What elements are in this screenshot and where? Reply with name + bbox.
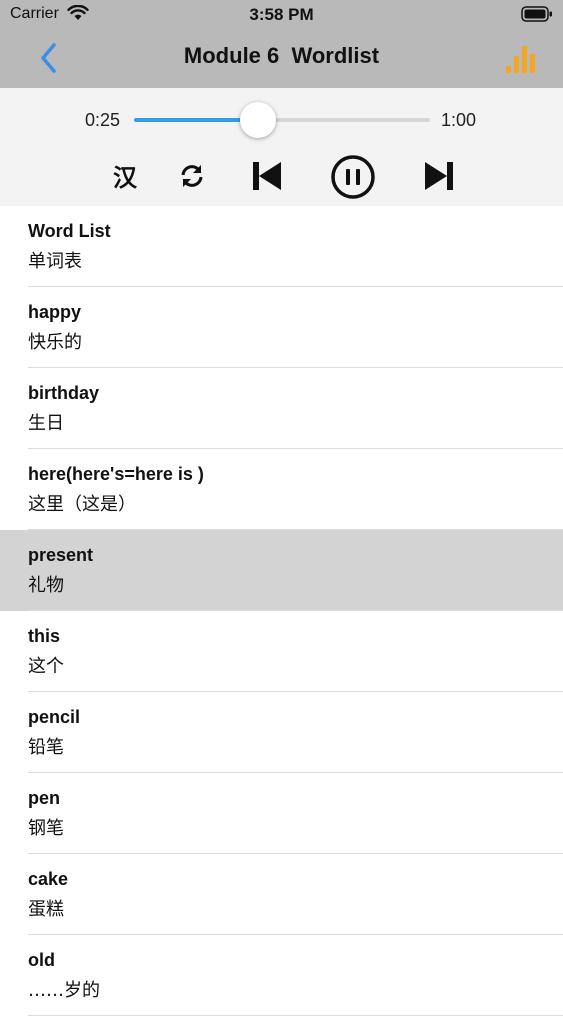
status-time: 3:58 PM <box>249 5 314 24</box>
pause-button[interactable] <box>330 154 376 200</box>
word-english: pen <box>28 788 61 808</box>
word-chinese: 礼物 <box>28 575 64 596</box>
audio-player: 0:25 1:00 汉 <box>0 88 563 206</box>
word-chinese: 这里（这是） <box>28 494 136 515</box>
list-item[interactable]: pen 钢笔 <box>0 773 563 854</box>
word-english: birthday <box>28 383 100 403</box>
page-title: Module 6 Wordlist <box>183 43 380 68</box>
repeat-icon <box>181 165 203 187</box>
list-item[interactable]: present 礼物 <box>0 530 563 611</box>
list-item[interactable]: pencil 铅笔 <box>0 692 563 773</box>
word-english: present <box>28 545 94 565</box>
repeat-button[interactable] <box>176 160 208 192</box>
word-chinese: ……岁的 <box>28 980 100 1001</box>
word-chinese: 蛋糕 <box>28 899 64 920</box>
word-english: Word List <box>28 221 111 241</box>
word-chinese: 单词表 <box>28 251 82 272</box>
word-english: this <box>28 626 61 646</box>
language-toggle-button[interactable]: 汉 <box>108 158 142 192</box>
word-chinese: 钢笔 <box>28 818 64 839</box>
word-english: happy <box>28 302 82 322</box>
stats-button[interactable] <box>503 42 539 76</box>
previous-button[interactable] <box>248 158 286 194</box>
current-time: 0:25 <box>85 110 121 130</box>
battery-icon <box>521 6 553 27</box>
word-chinese: 生日 <box>28 413 64 434</box>
word-chinese: 快乐的 <box>28 332 82 353</box>
skip-forward-icon <box>425 162 453 190</box>
word-english: old <box>28 950 55 970</box>
skip-back-icon <box>253 162 281 190</box>
word-english: here(here's=here is ) <box>28 464 204 484</box>
top-bar: Carrier 3:58 PM Module 6 Wordlist <box>0 0 563 88</box>
total-time: 1:00 <box>441 110 477 130</box>
word-chinese: 铅笔 <box>28 737 64 758</box>
word-chinese: 这个 <box>28 656 64 677</box>
bar-chart-icon <box>506 46 535 73</box>
slider-thumb[interactable] <box>240 102 277 138</box>
list-item[interactable]: happy 快乐的 <box>0 287 563 368</box>
next-button[interactable] <box>420 158 458 194</box>
navigation-bar: Module 6 Wordlist <box>0 30 563 88</box>
word-list: Word List 单词表 happy 快乐的 birthday 生日 here(here'… <box>0 206 563 1016</box>
list-item[interactable]: here(here's=here is ) 这里（这是） <box>0 449 563 530</box>
pause-circle-icon <box>331 155 375 199</box>
list-item[interactable]: old ……岁的 <box>0 935 563 1016</box>
word-english: pencil <box>28 707 81 727</box>
list-item[interactable]: cake 蛋糕 <box>0 854 563 935</box>
list-item[interactable]: birthday 生日 <box>0 368 563 449</box>
status-bar: Carrier 3:58 PM <box>0 0 563 30</box>
list-item[interactable]: Word List 单词表 <box>0 206 563 287</box>
word-english: cake <box>28 869 69 889</box>
list-item[interactable]: this 这个 <box>0 611 563 692</box>
progress-slider[interactable] <box>134 102 430 138</box>
